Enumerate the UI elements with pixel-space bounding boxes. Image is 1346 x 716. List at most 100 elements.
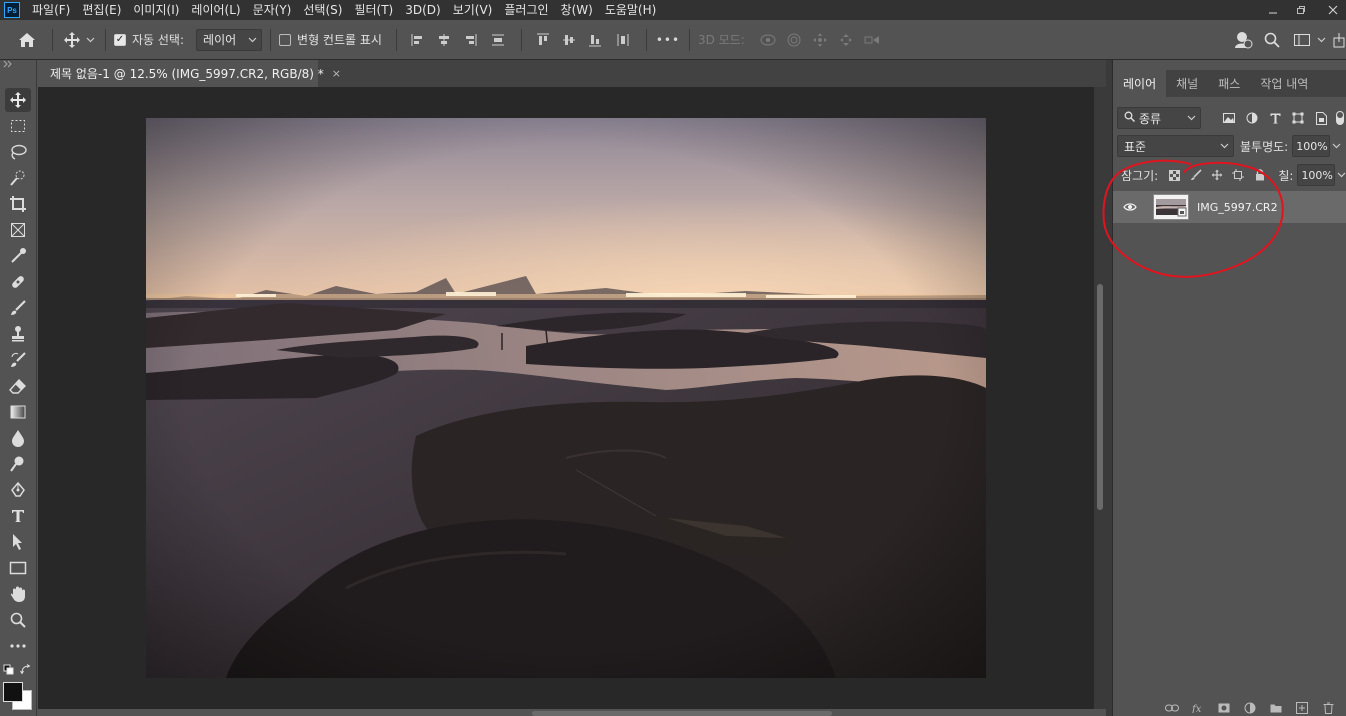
3d-roll-icon[interactable] (781, 32, 807, 48)
marquee-tool[interactable] (5, 114, 31, 138)
layer-name[interactable]: IMG_5997.CR2 (1197, 201, 1278, 214)
auto-select-dropdown[interactable]: 레이어 (196, 28, 263, 51)
foreground-color-swatch[interactable] (3, 682, 23, 702)
eraser-tool[interactable] (5, 374, 31, 398)
lock-position-icon[interactable] (1207, 169, 1228, 181)
edit-toolbar-icon[interactable] (5, 634, 31, 658)
chevron-down-icon[interactable] (1330, 143, 1342, 149)
menu-edit[interactable]: 편집(E) (76, 0, 127, 20)
align-top-icon[interactable] (530, 32, 556, 48)
lasso-tool[interactable] (5, 140, 31, 164)
zoom-tool[interactable] (5, 608, 31, 632)
3d-pan-icon[interactable] (807, 32, 833, 48)
add-mask-icon[interactable] (1211, 703, 1237, 713)
home-icon[interactable] (16, 29, 38, 51)
3d-scale-icon[interactable] (859, 32, 885, 48)
align-left-icon[interactable] (405, 32, 431, 48)
type-tool[interactable] (5, 504, 31, 528)
document-tab[interactable]: 제목 없음-1 @ 12.5% (IMG_5997.CR2, RGB/8) * … (38, 60, 341, 87)
delete-layer-icon[interactable] (1315, 702, 1341, 714)
share-icon[interactable] (1332, 29, 1346, 51)
workspace-icon[interactable] (1291, 29, 1313, 51)
layer-filter-dropdown[interactable]: 종류 (1117, 107, 1201, 129)
eyedropper-tool[interactable] (5, 244, 31, 268)
path-selection-tool[interactable] (5, 530, 31, 554)
menu-image[interactable]: 이미지(I) (127, 0, 185, 20)
eye-visibility-icon[interactable] (1119, 202, 1141, 212)
new-group-icon[interactable] (1263, 703, 1289, 713)
vertical-scroll-thumb[interactable] (1097, 284, 1103, 510)
layer-effects-icon[interactable]: fx (1185, 703, 1211, 713)
menu-layer[interactable]: 레이어(L) (185, 0, 246, 20)
default-colors-icon[interactable] (3, 664, 15, 679)
menu-select[interactable]: 선택(S) (297, 0, 348, 20)
move-tool[interactable] (5, 88, 31, 112)
3d-slide-icon[interactable] (833, 32, 859, 48)
link-layers-icon[interactable] (1159, 704, 1185, 712)
blend-mode-dropdown[interactable]: 표준 (1117, 135, 1234, 157)
chevron-down-icon[interactable] (83, 37, 97, 43)
move-tool-icon[interactable] (61, 29, 83, 51)
close-tab-icon[interactable]: × (332, 67, 341, 80)
frame-tool[interactable] (5, 218, 31, 242)
menu-plugins[interactable]: 플러그인 (498, 0, 554, 20)
vertical-scrollbar[interactable] (1094, 87, 1106, 709)
lock-all-icon[interactable] (1249, 169, 1270, 181)
filter-shape-icon[interactable] (1287, 112, 1310, 124)
align-right-icon[interactable] (457, 32, 483, 48)
filter-adjustment-icon[interactable] (1240, 112, 1263, 124)
user-account-icon[interactable] (1232, 29, 1254, 51)
pen-tool[interactable] (5, 478, 31, 502)
dodge-tool[interactable] (5, 452, 31, 476)
blur-tool[interactable] (5, 426, 31, 450)
filter-smart-object-icon[interactable] (1310, 111, 1333, 125)
distribute-horizontal-icon[interactable] (608, 32, 638, 48)
horizontal-scroll-thumb[interactable] (532, 711, 832, 716)
restore-icon[interactable] (1288, 0, 1314, 20)
swap-colors-icon[interactable] (20, 664, 32, 679)
tab-paths[interactable]: 패스 (1208, 70, 1250, 97)
layer-row[interactable]: IMG_5997.CR2 (1113, 191, 1346, 223)
close-window-icon[interactable] (1320, 0, 1346, 20)
menu-file[interactable]: 파일(F) (26, 0, 76, 20)
tab-layers[interactable]: 레이어 (1113, 70, 1167, 97)
menu-type[interactable]: 문자(Y) (247, 0, 298, 20)
quick-selection-tool[interactable] (5, 166, 31, 190)
opacity-input[interactable]: 100% (1292, 135, 1331, 157)
gradient-tool[interactable] (5, 400, 31, 424)
search-icon[interactable] (1261, 29, 1283, 51)
menu-help[interactable]: 도움말(H) (599, 0, 663, 20)
transform-controls-checkbox[interactable] (279, 33, 292, 46)
fill-input[interactable]: 100% (1297, 164, 1336, 186)
menu-window[interactable]: 창(W) (555, 0, 599, 20)
tab-channels[interactable]: 채널 (1166, 70, 1208, 97)
filter-type-icon[interactable] (1264, 113, 1287, 124)
lock-artboard-icon[interactable] (1228, 169, 1249, 181)
rectangle-tool[interactable] (5, 556, 31, 580)
3d-orbit-icon[interactable] (755, 32, 781, 48)
crop-tool[interactable] (5, 192, 31, 216)
collapse-toolbar-icon[interactable] (3, 60, 13, 71)
new-layer-icon[interactable] (1289, 702, 1315, 714)
chevron-down-icon[interactable] (1314, 29, 1328, 51)
align-vertical-center-icon[interactable] (556, 32, 582, 48)
canvas-area[interactable] (38, 87, 1094, 709)
brush-tool[interactable] (5, 296, 31, 320)
chevron-down-icon[interactable] (1335, 172, 1346, 178)
lock-image-pixels-icon[interactable] (1185, 169, 1206, 181)
minimize-icon[interactable] (1260, 0, 1286, 20)
align-bottom-icon[interactable] (582, 32, 608, 48)
clone-stamp-tool[interactable] (5, 322, 31, 346)
healing-brush-tool[interactable] (5, 270, 31, 294)
more-options-icon[interactable]: ••• (655, 33, 681, 47)
tab-history[interactable]: 작업 내역 (1250, 70, 1318, 97)
filter-pixel-icon[interactable] (1217, 113, 1240, 123)
menu-filter[interactable]: 필터(T) (348, 0, 399, 20)
filter-toggle-icon[interactable] (1333, 110, 1346, 126)
menu-view[interactable]: 보기(V) (447, 0, 499, 20)
distribute-vertical-icon[interactable] (483, 32, 513, 48)
hand-tool[interactable] (5, 582, 31, 606)
menu-3d[interactable]: 3D(D) (399, 0, 446, 20)
auto-select-checkbox[interactable]: ✓ (114, 33, 126, 46)
lock-transparent-pixels-icon[interactable] (1164, 169, 1185, 181)
